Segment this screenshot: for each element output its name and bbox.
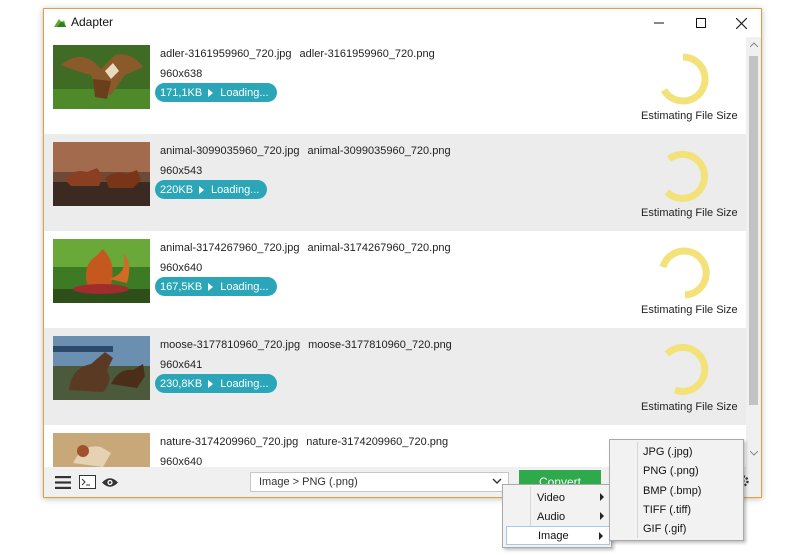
arrow-right-icon: [199, 185, 205, 194]
chevron-down-icon: [492, 478, 502, 484]
loading-status: Loading...: [211, 183, 260, 196]
loading-status: Loading...: [220, 280, 269, 293]
menu-item-label: Video: [537, 491, 565, 504]
target-filename: moose-3177810960_720.png: [308, 339, 452, 351]
estimate-status: Estimating File Size: [641, 207, 738, 219]
size-status-badge: 167,5KB Loading...: [155, 277, 277, 296]
loading-status: Loading...: [220, 377, 269, 390]
file-row[interactable]: adler-3161959960_720.jpg adler-3161959960…: [44, 37, 746, 134]
scroll-down-button[interactable]: [746, 446, 761, 460]
loading-status: Loading...: [220, 86, 269, 99]
menu-item-tiff[interactable]: TIFF (.tiff): [643, 504, 691, 516]
menu-item-bmp[interactable]: BMP (.bmp): [643, 485, 701, 497]
arrow-right-icon: [208, 379, 214, 388]
image-dimensions: 960x640: [160, 262, 203, 274]
menu-item-label: Audio: [537, 510, 566, 523]
menu-item-gif[interactable]: GIF (.gif): [643, 523, 686, 535]
estimate-status: Estimating File Size: [641, 304, 738, 316]
loading-spinner-icon: [664, 150, 708, 202]
target-filename: animal-3099035960_720.png: [307, 145, 451, 157]
submenu-arrow-icon: [599, 532, 603, 540]
scroll-up-button[interactable]: [746, 37, 761, 51]
menu-divider: [637, 442, 638, 538]
menu-item-png[interactable]: PNG (.png): [643, 465, 699, 477]
file-size: 167,5KB: [160, 280, 203, 293]
source-filename: nature-3174209960_720.jpg: [160, 436, 299, 448]
menu-item-audio[interactable]: Audio: [506, 507, 610, 526]
source-filename: animal-3174267960_720.jpg: [160, 242, 300, 254]
console-button[interactable]: [77, 472, 97, 492]
estimate-status: Estimating File Size: [641, 110, 738, 122]
size-status-badge: 220KB Loading...: [155, 180, 268, 199]
file-names: animal-3099035960_720.jpg animal-30990359…: [160, 145, 451, 157]
loading-spinner-icon: [659, 247, 710, 299]
maximize-icon: [696, 18, 706, 28]
file-row[interactable]: animal-3174267960_720.jpg animal-31742679…: [44, 231, 746, 328]
chevron-down-icon: [749, 450, 758, 456]
source-filename: moose-3177810960_720.jpg: [160, 339, 301, 351]
source-filename: adler-3161959960_720.jpg: [160, 48, 292, 60]
file-size: 230,8KB: [160, 377, 203, 390]
file-names: adler-3161959960_720.jpg adler-3161959960…: [160, 48, 435, 60]
thumbnail-moose: [53, 336, 150, 400]
output-format-select[interactable]: Image > PNG (.png): [250, 472, 509, 492]
close-icon: [735, 17, 747, 29]
maximize-button[interactable]: [680, 9, 722, 37]
preview-button[interactable]: [100, 472, 120, 492]
selected-format: Image > PNG (.png): [259, 476, 358, 488]
arrow-right-icon: [208, 282, 214, 291]
scrollbar-thumb[interactable]: [749, 56, 758, 405]
file-row[interactable]: animal-3099035960_720.jpg animal-30990359…: [44, 134, 746, 231]
format-submenu: JPG (.jpg) PNG (.png) BMP (.bmp) TIFF (.…: [609, 439, 744, 541]
file-names: moose-3177810960_720.jpg moose-3177810960…: [160, 339, 452, 351]
source-filename: animal-3099035960_720.jpg: [160, 145, 300, 157]
eye-icon: [102, 477, 118, 487]
app-window: Adapter adler-3161959960_720.jpg adler-31…: [43, 8, 762, 498]
file-size: 220KB: [160, 183, 194, 196]
vertical-scrollbar[interactable]: [746, 37, 761, 467]
app-logo-icon: [54, 19, 66, 27]
file-list[interactable]: adler-3161959960_720.jpg adler-3161959960…: [44, 37, 746, 467]
thumbnail-squirrel: [53, 239, 150, 303]
hamburger-icon: [55, 475, 71, 489]
image-dimensions: 960x640: [160, 456, 203, 467]
loading-spinner-icon: [660, 53, 709, 105]
chevron-up-icon: [749, 41, 758, 47]
target-filename: animal-3174267960_720.png: [307, 242, 451, 254]
category-menu: Video Audio Image: [502, 484, 612, 548]
close-button[interactable]: [720, 9, 761, 37]
arrow-right-icon: [208, 88, 214, 97]
thumbnail-horses: [53, 142, 150, 206]
target-filename: adler-3161959960_720.png: [299, 48, 435, 60]
size-status-badge: 230,8KB Loading...: [155, 374, 277, 393]
file-row[interactable]: moose-3177810960_720.jpg moose-3177810960…: [44, 328, 746, 425]
loading-spinner-icon: [664, 343, 709, 395]
estimate-status: Estimating File Size: [641, 401, 738, 413]
image-dimensions: 960x641: [160, 359, 203, 371]
target-filename: nature-3174209960_720.png: [306, 436, 449, 448]
submenu-arrow-icon: [600, 493, 604, 501]
menu-item-image[interactable]: Image: [506, 526, 610, 545]
menu-item-video[interactable]: Video: [506, 488, 610, 507]
title-bar[interactable]: Adapter: [44, 9, 761, 37]
minimize-icon: [654, 22, 664, 24]
thumbnail-eagle: [53, 45, 150, 109]
window-title: Adapter: [71, 15, 114, 29]
thumbnail-bird: [53, 433, 150, 467]
submenu-arrow-icon: [600, 512, 604, 520]
file-size: 171,1KB: [160, 86, 203, 99]
menu-button[interactable]: [53, 472, 73, 492]
image-dimensions: 960x543: [160, 165, 203, 177]
terminal-icon: [78, 475, 96, 489]
file-names: nature-3174209960_720.jpg nature-31742099…: [160, 436, 448, 448]
image-dimensions: 960x638: [160, 68, 203, 80]
minimize-button[interactable]: [638, 9, 680, 37]
size-status-badge: 171,1KB Loading...: [155, 83, 277, 102]
menu-item-label: Image: [538, 529, 569, 542]
file-names: animal-3174267960_720.jpg animal-31742679…: [160, 242, 451, 254]
menu-item-jpg[interactable]: JPG (.jpg): [643, 446, 693, 458]
